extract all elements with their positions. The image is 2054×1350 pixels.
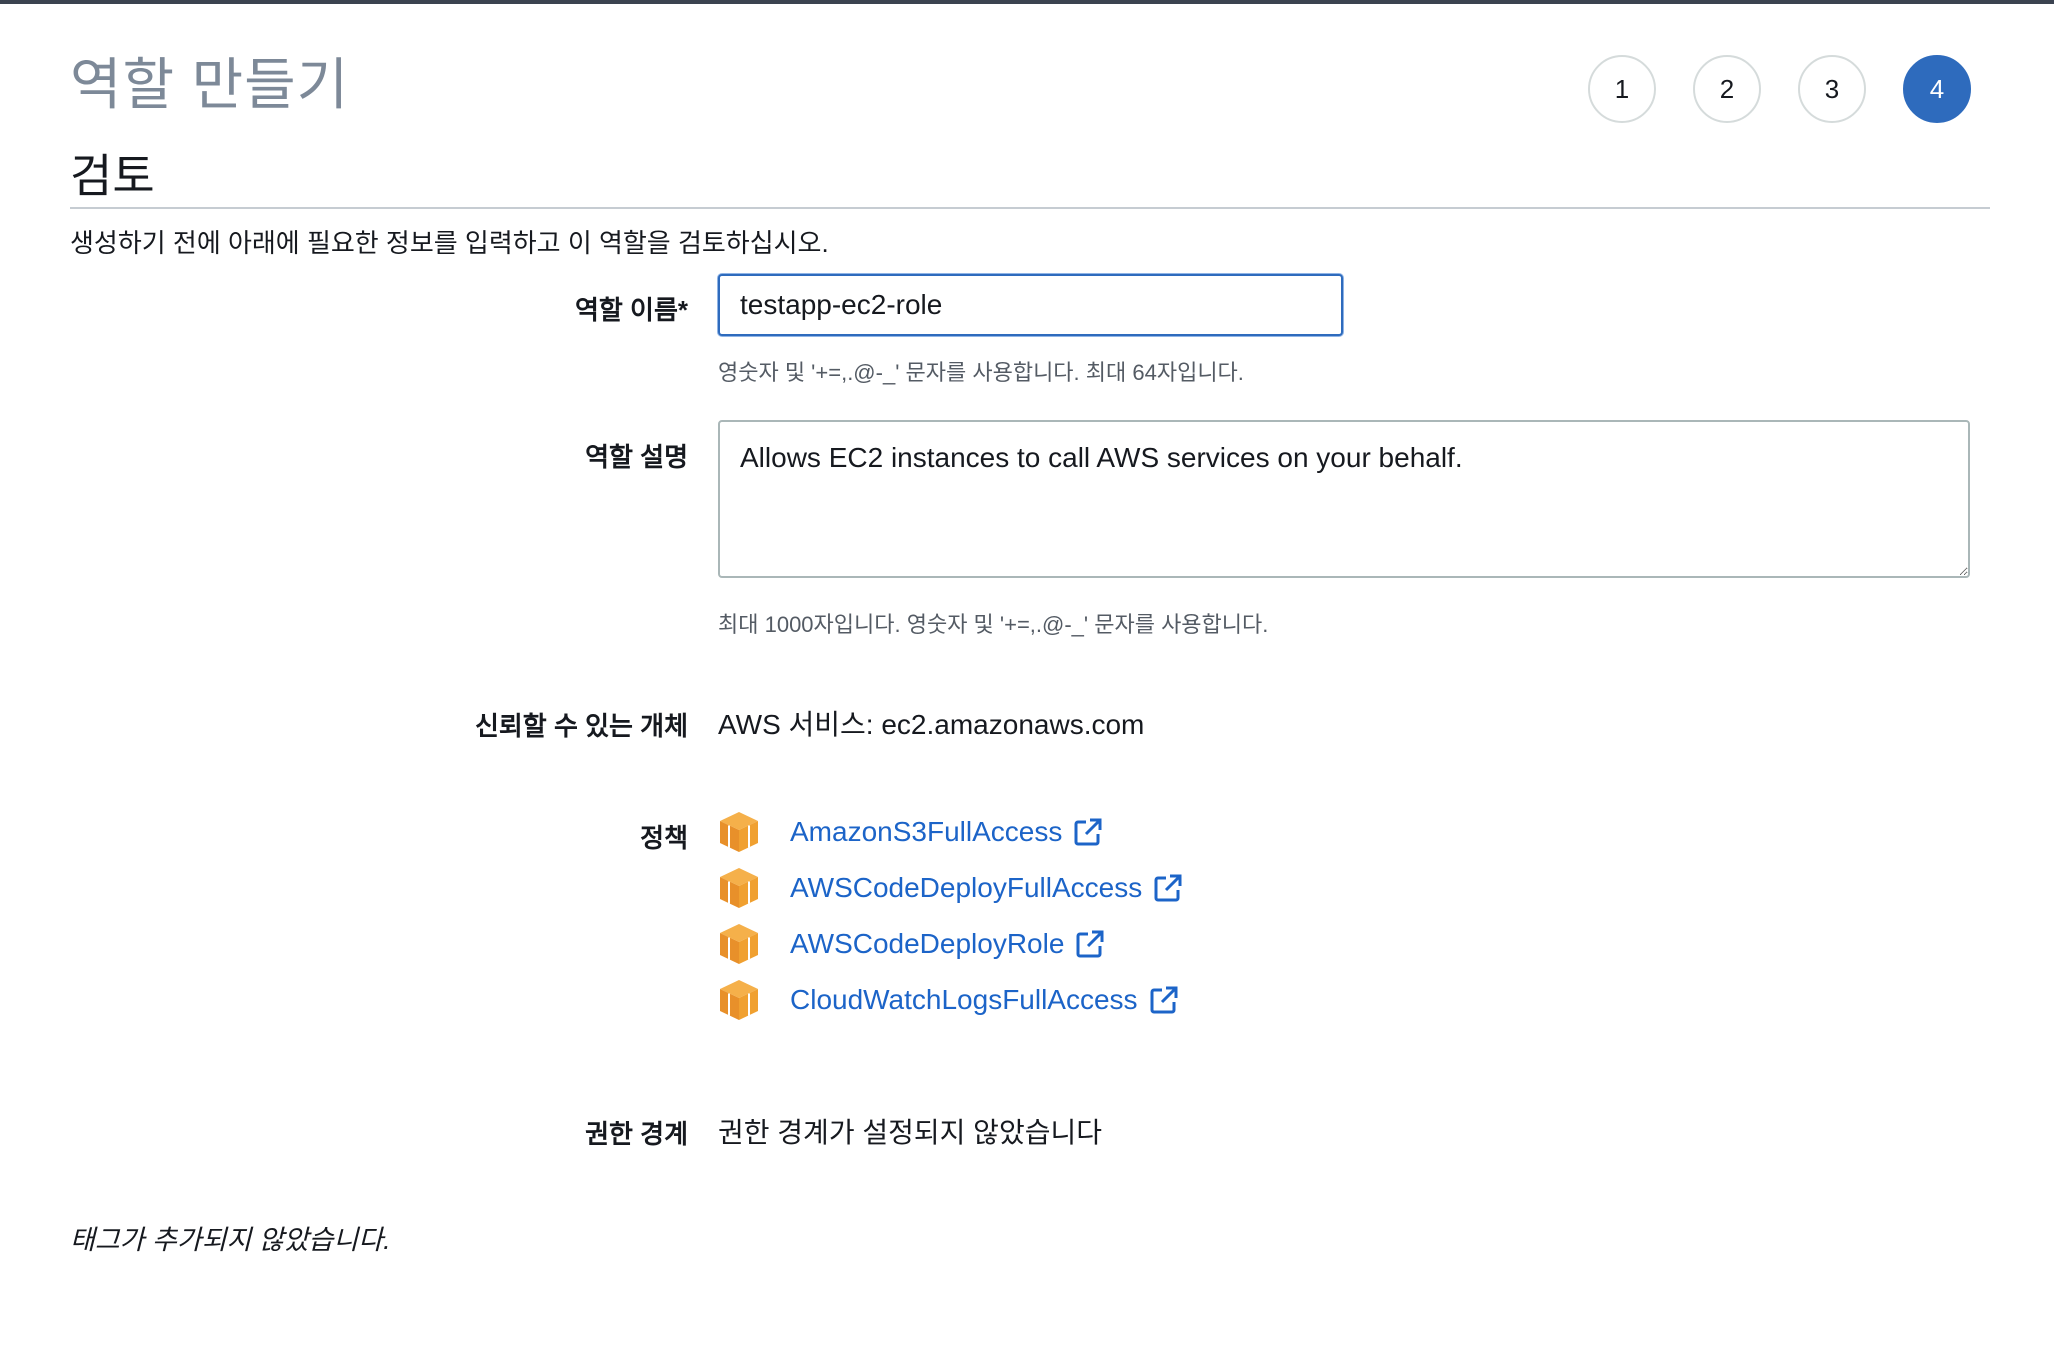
top-bar	[0, 0, 2054, 4]
step-4-current[interactable]: 4	[1903, 55, 1971, 123]
permissions-boundary-value: 권한 경계가 설정되지 않았습니다	[718, 1117, 1102, 1148]
policy-link-awscodedeployrole[interactable]: AWSCodeDeployRole	[790, 928, 1064, 960]
policy-box-icon	[720, 812, 758, 852]
role-description-label: 역할 설명	[585, 442, 688, 472]
policy-box-icon	[720, 924, 758, 964]
section-title: 검토	[70, 150, 155, 202]
policy-item: AWSCodeDeployRole	[718, 922, 1106, 966]
policy-box-icon	[720, 868, 758, 908]
policy-item: CloudWatchLogsFullAccess	[718, 978, 1180, 1022]
step-2[interactable]: 2	[1693, 55, 1761, 123]
trusted-entities-value: AWS 서비스: ec2.amazonaws.com	[718, 709, 1145, 740]
section-divider	[70, 207, 1990, 209]
policies-label: 정책	[640, 823, 688, 853]
policy-item: AmazonS3FullAccess	[718, 810, 1104, 854]
policy-box-icon	[720, 980, 758, 1020]
page-title: 역할 만들기	[70, 53, 350, 116]
intro-text: 생성하기 전에 아래에 필요한 정보를 입력하고 이 역할을 검토하십시오.	[70, 228, 829, 258]
permissions-boundary-label: 권한 경계	[585, 1119, 688, 1149]
step-3[interactable]: 3	[1798, 55, 1866, 123]
policy-link-awscodedeployfullaccess[interactable]: AWSCodeDeployFullAccess	[790, 872, 1142, 904]
external-link-icon[interactable]	[1148, 984, 1180, 1016]
role-name-hint: 영숫자 및 '+=,.@-_' 문자를 사용합니다. 최대 64자입니다.	[718, 360, 1244, 385]
external-link-icon[interactable]	[1074, 928, 1106, 960]
trusted-entities-label: 신뢰할 수 있는 개체	[474, 711, 688, 741]
step-1[interactable]: 1	[1588, 55, 1656, 123]
policy-link-cloudwatchlogsfullaccess[interactable]: CloudWatchLogsFullAccess	[790, 984, 1138, 1016]
external-link-icon[interactable]	[1152, 872, 1184, 904]
role-name-input[interactable]	[718, 274, 1343, 336]
tags-note: 태그가 추가되지 않았습니다.	[70, 1225, 391, 1255]
wizard-steps: 1 2 3 4	[1588, 55, 2008, 123]
role-name-label: 역할 이름*	[574, 295, 688, 325]
policy-item: AWSCodeDeployFullAccess	[718, 866, 1184, 910]
policy-link-amazons3fullaccess[interactable]: AmazonS3FullAccess	[790, 816, 1062, 848]
role-description-hint: 최대 1000자입니다. 영숫자 및 '+=,.@-_' 문자를 사용합니다.	[718, 612, 1269, 637]
external-link-icon[interactable]	[1072, 816, 1104, 848]
role-description-textarea[interactable]: Allows EC2 instances to call AWS service…	[718, 420, 1970, 578]
